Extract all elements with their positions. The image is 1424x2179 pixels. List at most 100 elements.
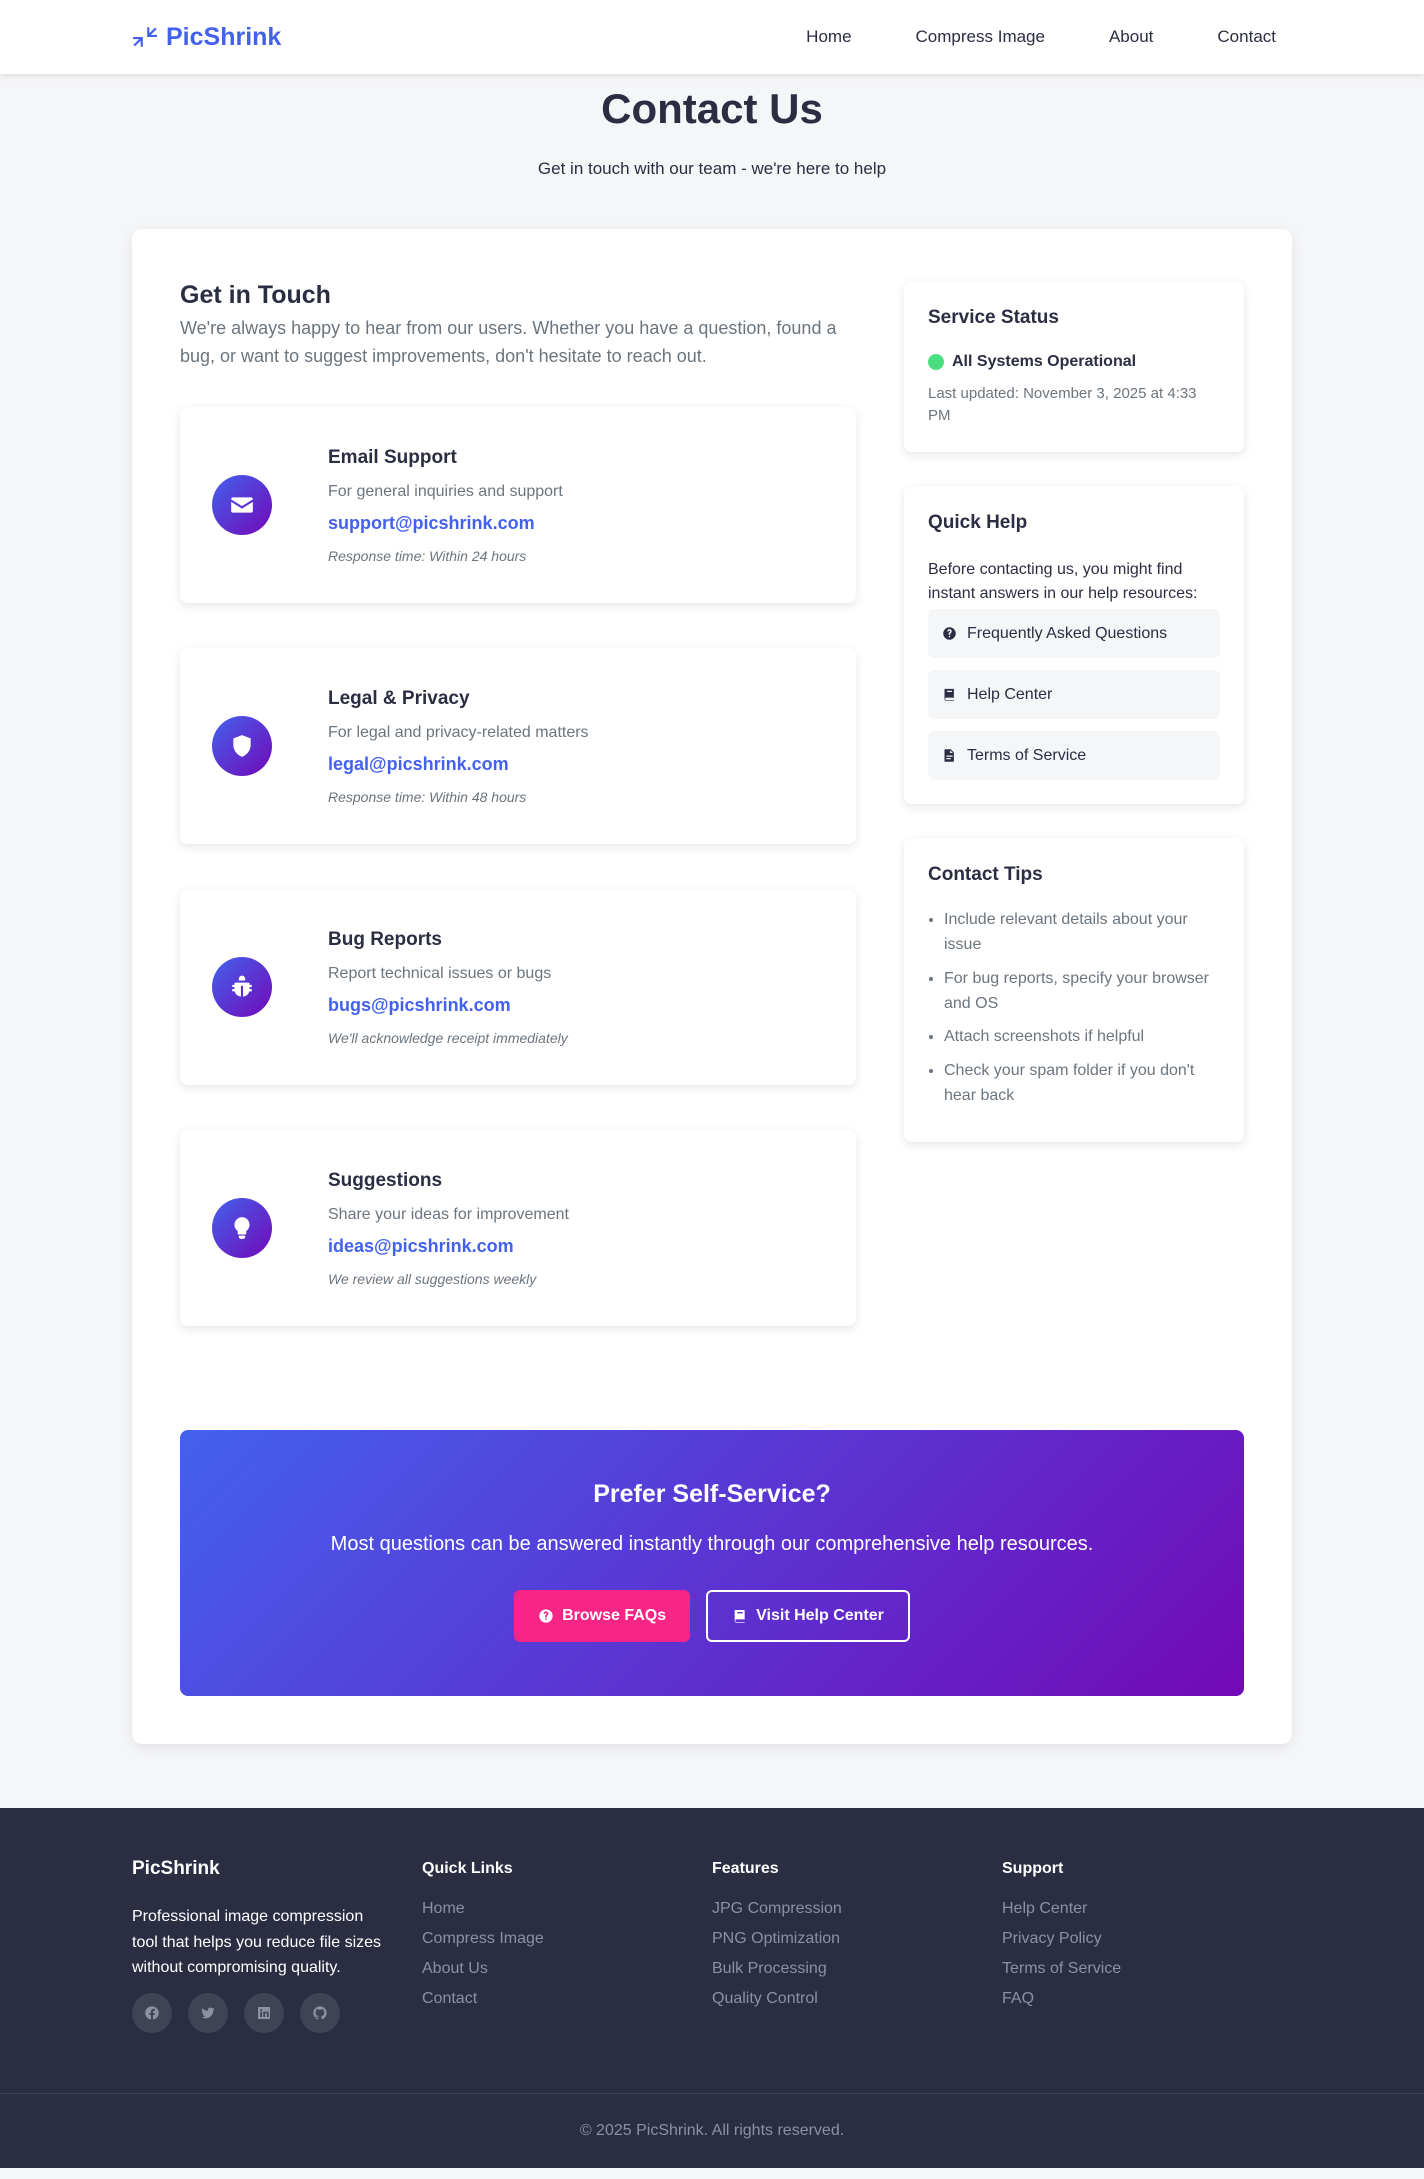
footer-brand-column: PicShrink Professional image compression… (132, 1858, 422, 2093)
contact-card-note: Response time: Within 48 hours (328, 788, 527, 805)
contact-card-title: Bug Reports (328, 928, 442, 950)
contact-email-link[interactable]: legal@picshrink.com (328, 754, 589, 775)
envelope-icon (212, 475, 272, 536)
status-text: All Systems Operational (952, 352, 1137, 370)
contact-card-title: Suggestions (328, 1169, 443, 1191)
nav-link-home[interactable]: Home (774, 27, 883, 47)
shield-icon (212, 716, 272, 777)
question-circle-icon (539, 1609, 553, 1623)
navbar: PicShrink Home Compress Image About Cont… (0, 0, 1424, 74)
footer: PicShrink Professional image compression… (0, 1808, 1424, 2169)
footer-support: Support Help Center Privacy Policy Terms… (1002, 1858, 1292, 2093)
contact-card-subtitle: For legal and privacy-related matters (328, 723, 589, 741)
page-subtitle: Get in touch with our team - we're here … (537, 158, 887, 178)
contact-tip: For bug reports, specify your browser an… (944, 967, 1220, 1017)
nav-links: Home Compress Image About Contact (774, 27, 1292, 47)
contact-card-subtitle: Share your ideas for improvement (328, 1205, 569, 1223)
contact-card-title: Legal & Privacy (328, 687, 470, 709)
section-title: Get in Touch (180, 280, 331, 309)
self-service-banner: Prefer Self-Service? Most questions can … (180, 1430, 1244, 1697)
page-title: Contact Us (601, 85, 823, 132)
bug-icon (212, 957, 272, 1018)
contact-card-note: Response time: Within 24 hours (328, 547, 527, 564)
quick-help-link-label: Help Center (967, 685, 1053, 703)
hero: Contact Us Get in touch with our team - … (0, 74, 1424, 179)
quick-help-intro: Before contacting us, you might find ins… (928, 560, 1198, 603)
linkedin-icon[interactable] (244, 1992, 284, 2033)
contact-email-link[interactable]: ideas@picshrink.com (328, 1236, 569, 1257)
brand-logo[interactable]: PicShrink (132, 23, 281, 52)
nav-link-contact[interactable]: Contact (1185, 27, 1292, 47)
nav-link-about[interactable]: About (1077, 27, 1185, 47)
nav-link-compress-image[interactable]: Compress Image (884, 27, 1077, 47)
service-status-title: Service Status (928, 306, 1059, 328)
contact-card-title: Email Support (328, 446, 457, 468)
footer-link-quality-control[interactable]: Quality Control (712, 1990, 1002, 2008)
footer-quick-links: Quick Links Home Compress Image About Us… (422, 1858, 712, 2093)
quick-help-link-help-center[interactable]: Help Center (928, 670, 1220, 720)
contact-card-subtitle: For general inquiries and support (328, 482, 563, 500)
quick-help-card: Quick Help Before contacting us, you mig… (904, 485, 1244, 805)
brand-name: PicShrink (166, 22, 282, 51)
contact-tips-title: Contact Tips (928, 864, 1043, 886)
visit-help-center-button[interactable]: Visit Help Center (706, 1590, 910, 1643)
status-updated: Last updated: November 3, 2025 at 4:33 P… (928, 384, 1197, 425)
contact-card-suggestions: Suggestions Share your ideas for improve… (180, 1130, 856, 1327)
quick-help-link-terms[interactable]: Terms of Service (928, 731, 1220, 781)
main-card: Get in Touch We're always happy to hear … (132, 228, 1292, 1745)
quick-help-link-faq[interactable]: Frequently Asked Questions (928, 609, 1220, 659)
footer-heading: Features (712, 1860, 779, 1878)
contact-methods: Get in Touch We're always happy to hear … (180, 281, 856, 1327)
file-icon (944, 749, 954, 762)
footer-link-png-optimization[interactable]: PNG Optimization (712, 1930, 1002, 1948)
contact-card-bug-reports: Bug Reports Report technical issues or b… (180, 889, 856, 1086)
footer-link-privacy-policy[interactable]: Privacy Policy (1002, 1930, 1292, 1948)
status-dot-icon (928, 353, 944, 370)
quick-help-link-label: Frequently Asked Questions (967, 624, 1168, 642)
quick-help-link-label: Terms of Service (967, 746, 1087, 764)
footer-link-bulk-processing[interactable]: Bulk Processing (712, 1960, 1002, 1978)
contact-tip: Include relevant details about your issu… (944, 908, 1220, 958)
facebook-icon[interactable] (132, 1992, 172, 2033)
social-links (132, 1992, 422, 2033)
footer-brand: PicShrink (132, 1858, 220, 1880)
contact-card-legal-privacy: Legal & Privacy For legal and privacy-re… (180, 648, 856, 845)
contact-email-link[interactable]: bugs@picshrink.com (328, 995, 568, 1016)
contact-tip: Check your spam folder if you don't hear… (944, 1059, 1220, 1109)
footer-link-terms-of-service[interactable]: Terms of Service (1002, 1960, 1292, 1978)
visit-help-center-label: Visit Help Center (756, 1607, 884, 1625)
footer-link-jpg-compression[interactable]: JPG Compression (712, 1900, 1002, 1918)
browse-faqs-button[interactable]: Browse FAQs (514, 1590, 691, 1643)
compress-icon (133, 27, 157, 47)
footer-link-contact[interactable]: Contact (422, 1990, 712, 2008)
contact-tips-list: Include relevant details about your issu… (928, 908, 1220, 1109)
footer-about: Professional image compression tool that… (132, 1908, 382, 1977)
cta-title: Prefer Self-Service? (593, 1480, 831, 1509)
book-icon (734, 1610, 745, 1623)
footer-link-faq[interactable]: FAQ (1002, 1990, 1292, 2008)
lightbulb-icon (212, 1198, 272, 1259)
footer-link-help-center[interactable]: Help Center (1002, 1900, 1292, 1918)
contact-card-subtitle: Report technical issues or bugs (328, 964, 552, 982)
contact-card-email-support: Email Support For general inquiries and … (180, 407, 856, 604)
question-circle-icon (943, 627, 956, 640)
quick-help-title: Quick Help (928, 511, 1028, 533)
github-icon[interactable] (300, 1992, 340, 2033)
service-status-card: Service Status All Systems Operational L… (904, 280, 1244, 452)
contact-card-note: We'll acknowledge receipt immediately (328, 1029, 568, 1046)
cta-text: Most questions can be answered instantly… (330, 1533, 1094, 1556)
browse-faqs-label: Browse FAQs (562, 1607, 667, 1625)
footer-features: Features JPG Compression PNG Optimizatio… (712, 1858, 1002, 2093)
copyright: © 2025 PicShrink. All rights reserved. (0, 2093, 1424, 2168)
footer-link-home[interactable]: Home (422, 1900, 712, 1918)
contact-tip: Attach screenshots if helpful (944, 1025, 1220, 1050)
footer-link-about-us[interactable]: About Us (422, 1960, 712, 1978)
book-icon (944, 689, 954, 701)
footer-heading: Quick Links (422, 1860, 513, 1878)
section-description: We're always happy to hear from our user… (180, 317, 837, 367)
twitter-icon[interactable] (188, 1992, 228, 2033)
contact-card-note: We review all suggestions weekly (328, 1270, 537, 1287)
footer-link-compress-image[interactable]: Compress Image (422, 1930, 712, 1948)
contact-email-link[interactable]: support@picshrink.com (328, 513, 563, 534)
footer-heading: Support (1002, 1860, 1064, 1878)
